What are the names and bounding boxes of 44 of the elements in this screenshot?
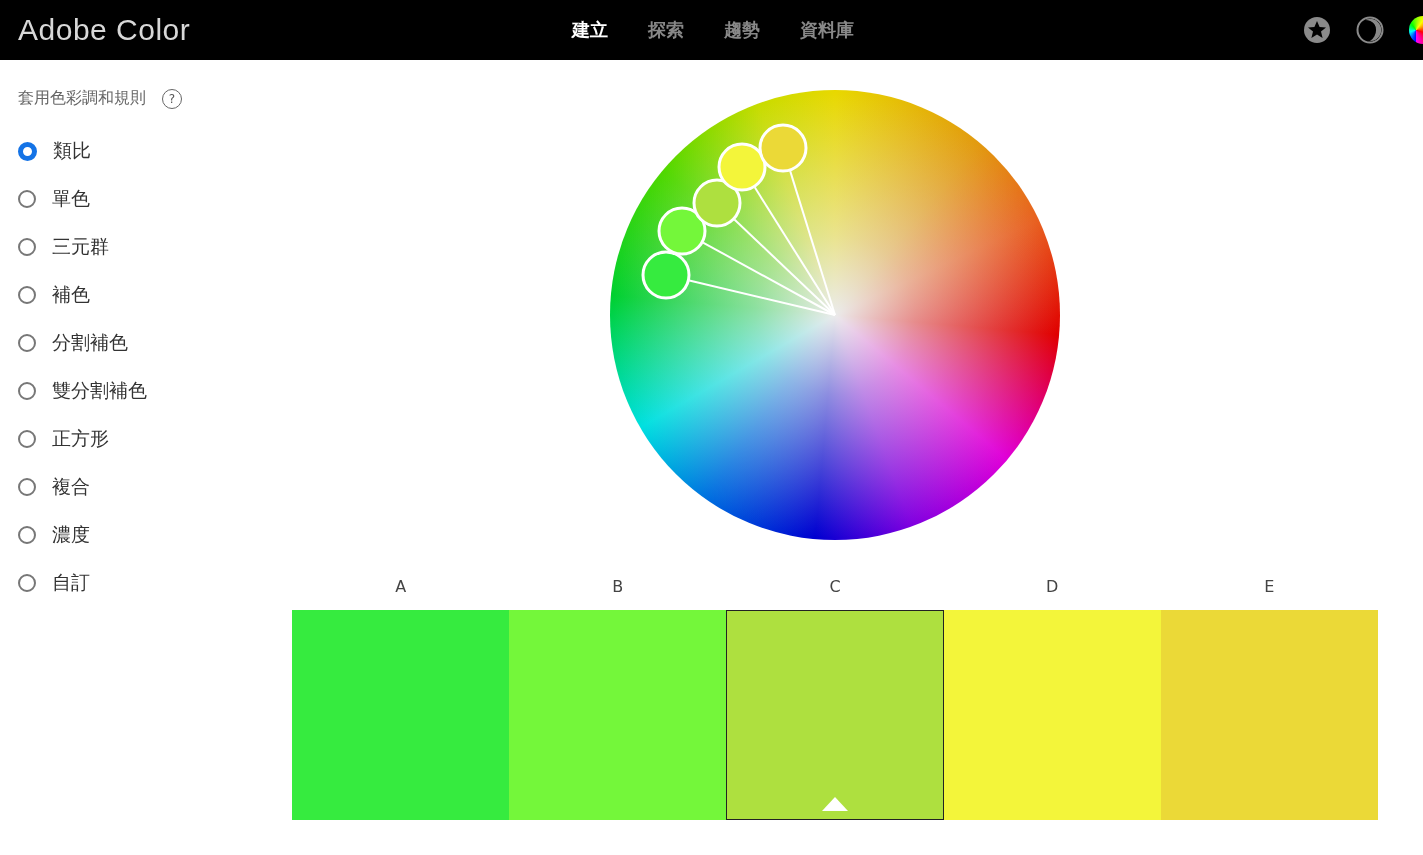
radio-label[interactable]: 單色 [52,186,90,212]
radio-label[interactable]: 補色 [52,282,90,308]
color-handle[interactable] [758,123,808,173]
radio-button[interactable] [18,238,36,256]
radio-label[interactable]: 雙分割補色 [52,378,147,404]
radio-button[interactable] [18,574,36,592]
radio-button[interactable] [18,526,36,544]
color-handle[interactable] [692,178,742,228]
radio-button[interactable] [18,478,36,496]
radio-button[interactable] [18,190,36,208]
radio-button[interactable] [18,334,36,352]
radio-label[interactable]: 正方形 [52,426,109,452]
radio-button[interactable] [18,141,37,161]
nav-tab[interactable]: 趨勢 [724,18,760,42]
swatch-label: B [611,577,625,596]
nav-tab[interactable]: 資料庫 [800,18,854,42]
radio-button[interactable] [18,430,36,448]
swatch-label: E [1263,577,1276,596]
color-handle[interactable] [657,206,707,256]
radio-button[interactable] [18,286,36,304]
color-swatch[interactable] [508,610,726,820]
radio-label[interactable]: 複合 [52,474,90,500]
swatch-label: C [828,577,842,596]
nav-tab[interactable]: 建立 [572,18,608,42]
section-title: 套用色彩調和規則 [18,88,146,109]
color-swatch[interactable] [944,610,1162,820]
radio-label[interactable]: 自訂 [52,570,90,596]
radio-button[interactable] [18,382,36,400]
radio-label[interactable]: 三元群 [52,234,109,260]
color-swatch[interactable] [725,610,945,820]
nav-tab[interactable]: 探索 [648,18,684,42]
color-wheel-icon[interactable] [1409,16,1423,44]
radio-label[interactable]: 濃度 [52,522,90,548]
color-swatch[interactable] [1161,610,1378,820]
radio-label[interactable]: 分割補色 [52,330,128,356]
radio-label[interactable]: 類比 [53,138,91,164]
selected-triangle-icon [822,797,848,811]
color-handle[interactable] [717,142,767,192]
swatch-label: A [394,577,408,596]
theme-icon[interactable] [1356,16,1384,44]
app-logo[interactable]: Adobe Color [18,13,191,47]
color-swatch[interactable] [292,610,509,820]
color-handle[interactable] [641,250,691,300]
swatch-label: D [1045,577,1060,596]
